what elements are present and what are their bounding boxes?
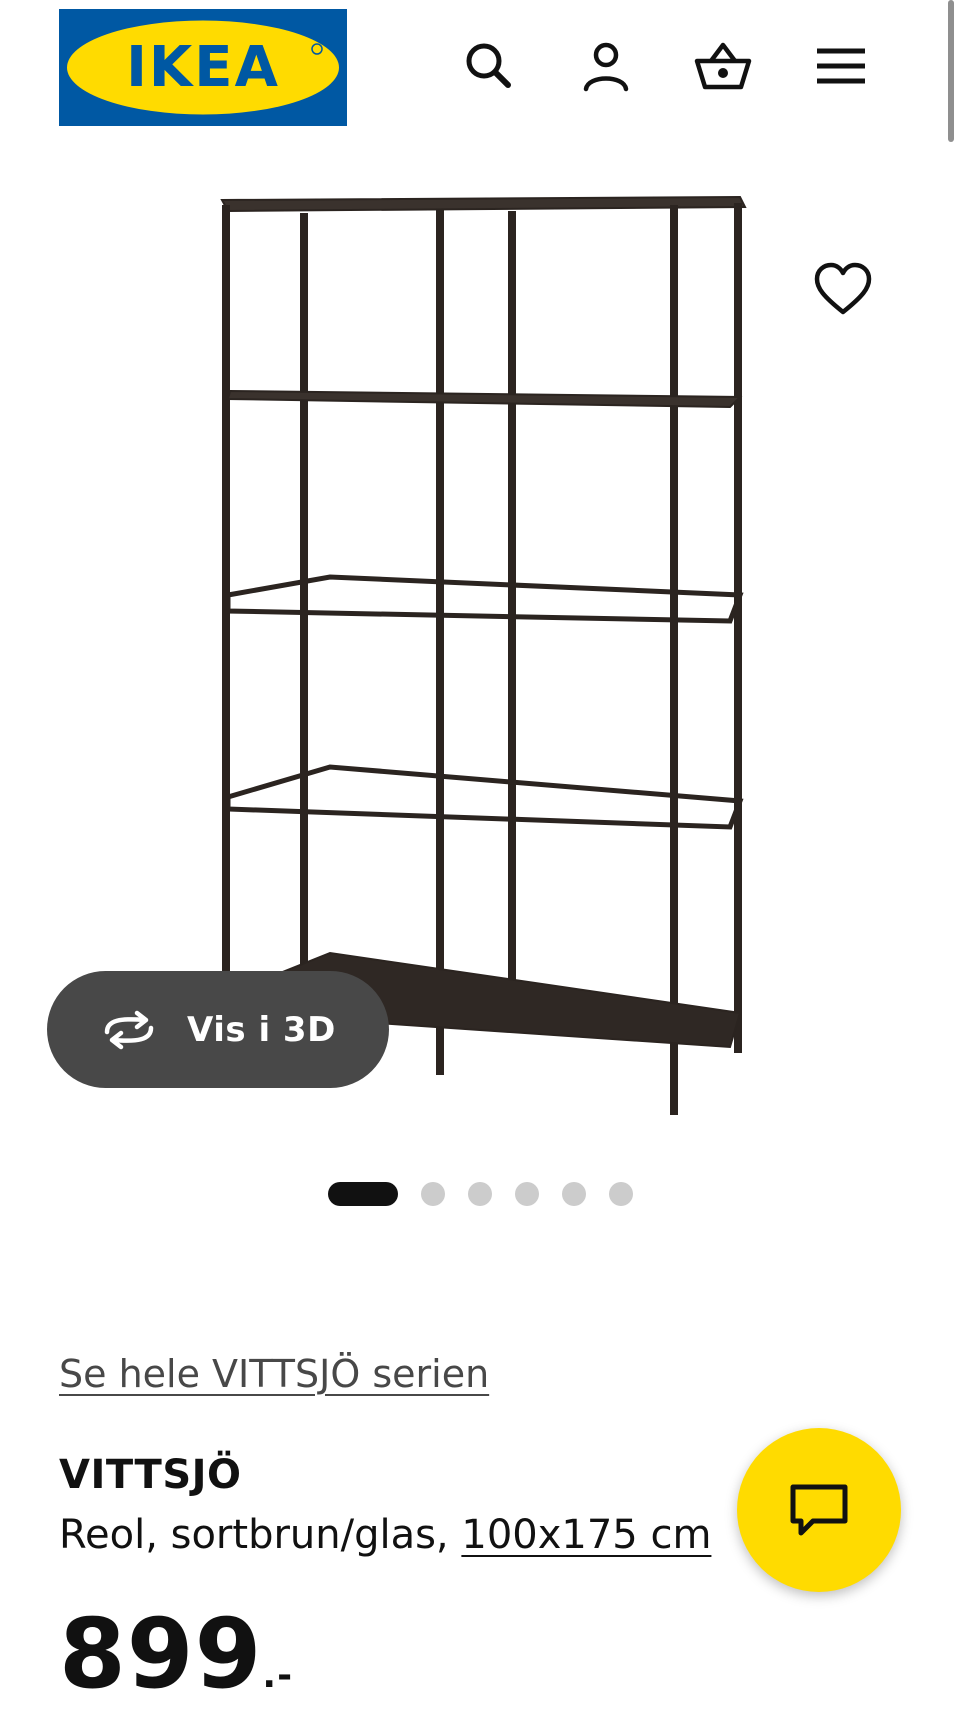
chat-button[interactable] xyxy=(737,1428,901,1592)
carousel-dot[interactable] xyxy=(421,1182,445,1206)
logo-text: IKEA xyxy=(126,35,280,100)
series-link[interactable]: Se hele VITTSJÖ serien xyxy=(59,1352,489,1396)
chat-icon xyxy=(790,1484,848,1536)
carousel-dot-active[interactable] xyxy=(328,1182,398,1206)
favourite-button[interactable] xyxy=(813,262,873,318)
basket-icon xyxy=(694,42,752,90)
product-price: 899.- xyxy=(59,1606,293,1702)
scrollbar[interactable] xyxy=(948,0,954,142)
menu-button[interactable] xyxy=(811,37,871,97)
view-3d-label: Vis i 3D xyxy=(187,1009,336,1050)
view-3d-button[interactable]: Vis i 3D xyxy=(47,971,389,1088)
basket-button[interactable] xyxy=(693,37,753,97)
search-icon xyxy=(466,43,511,88)
carousel-dot[interactable] xyxy=(468,1182,492,1206)
ikea-logo[interactable]: IKEA xyxy=(59,9,347,126)
account-button[interactable] xyxy=(576,37,636,97)
carousel-dot[interactable] xyxy=(562,1182,586,1206)
product-name: VITTSJÖ xyxy=(59,1452,242,1498)
product-type: Reol, sortbrun/glas, xyxy=(59,1512,462,1558)
ikea-logo-graphic: IKEA xyxy=(59,9,347,126)
rotate-3d-icon xyxy=(104,1010,154,1049)
price-suffix: .- xyxy=(262,1655,294,1696)
carousel-indicator xyxy=(0,1182,960,1206)
menu-icon xyxy=(817,48,865,84)
heart-icon xyxy=(814,262,872,315)
carousel-dot[interactable] xyxy=(515,1182,539,1206)
size-link[interactable]: 100x175 cm xyxy=(461,1512,711,1558)
search-button[interactable] xyxy=(458,37,518,97)
user-icon xyxy=(583,42,629,92)
product-description: Reol, sortbrun/glas, 100x175 cm xyxy=(59,1512,711,1558)
carousel-dot[interactable] xyxy=(609,1182,633,1206)
price-value: 899 xyxy=(59,1598,263,1710)
